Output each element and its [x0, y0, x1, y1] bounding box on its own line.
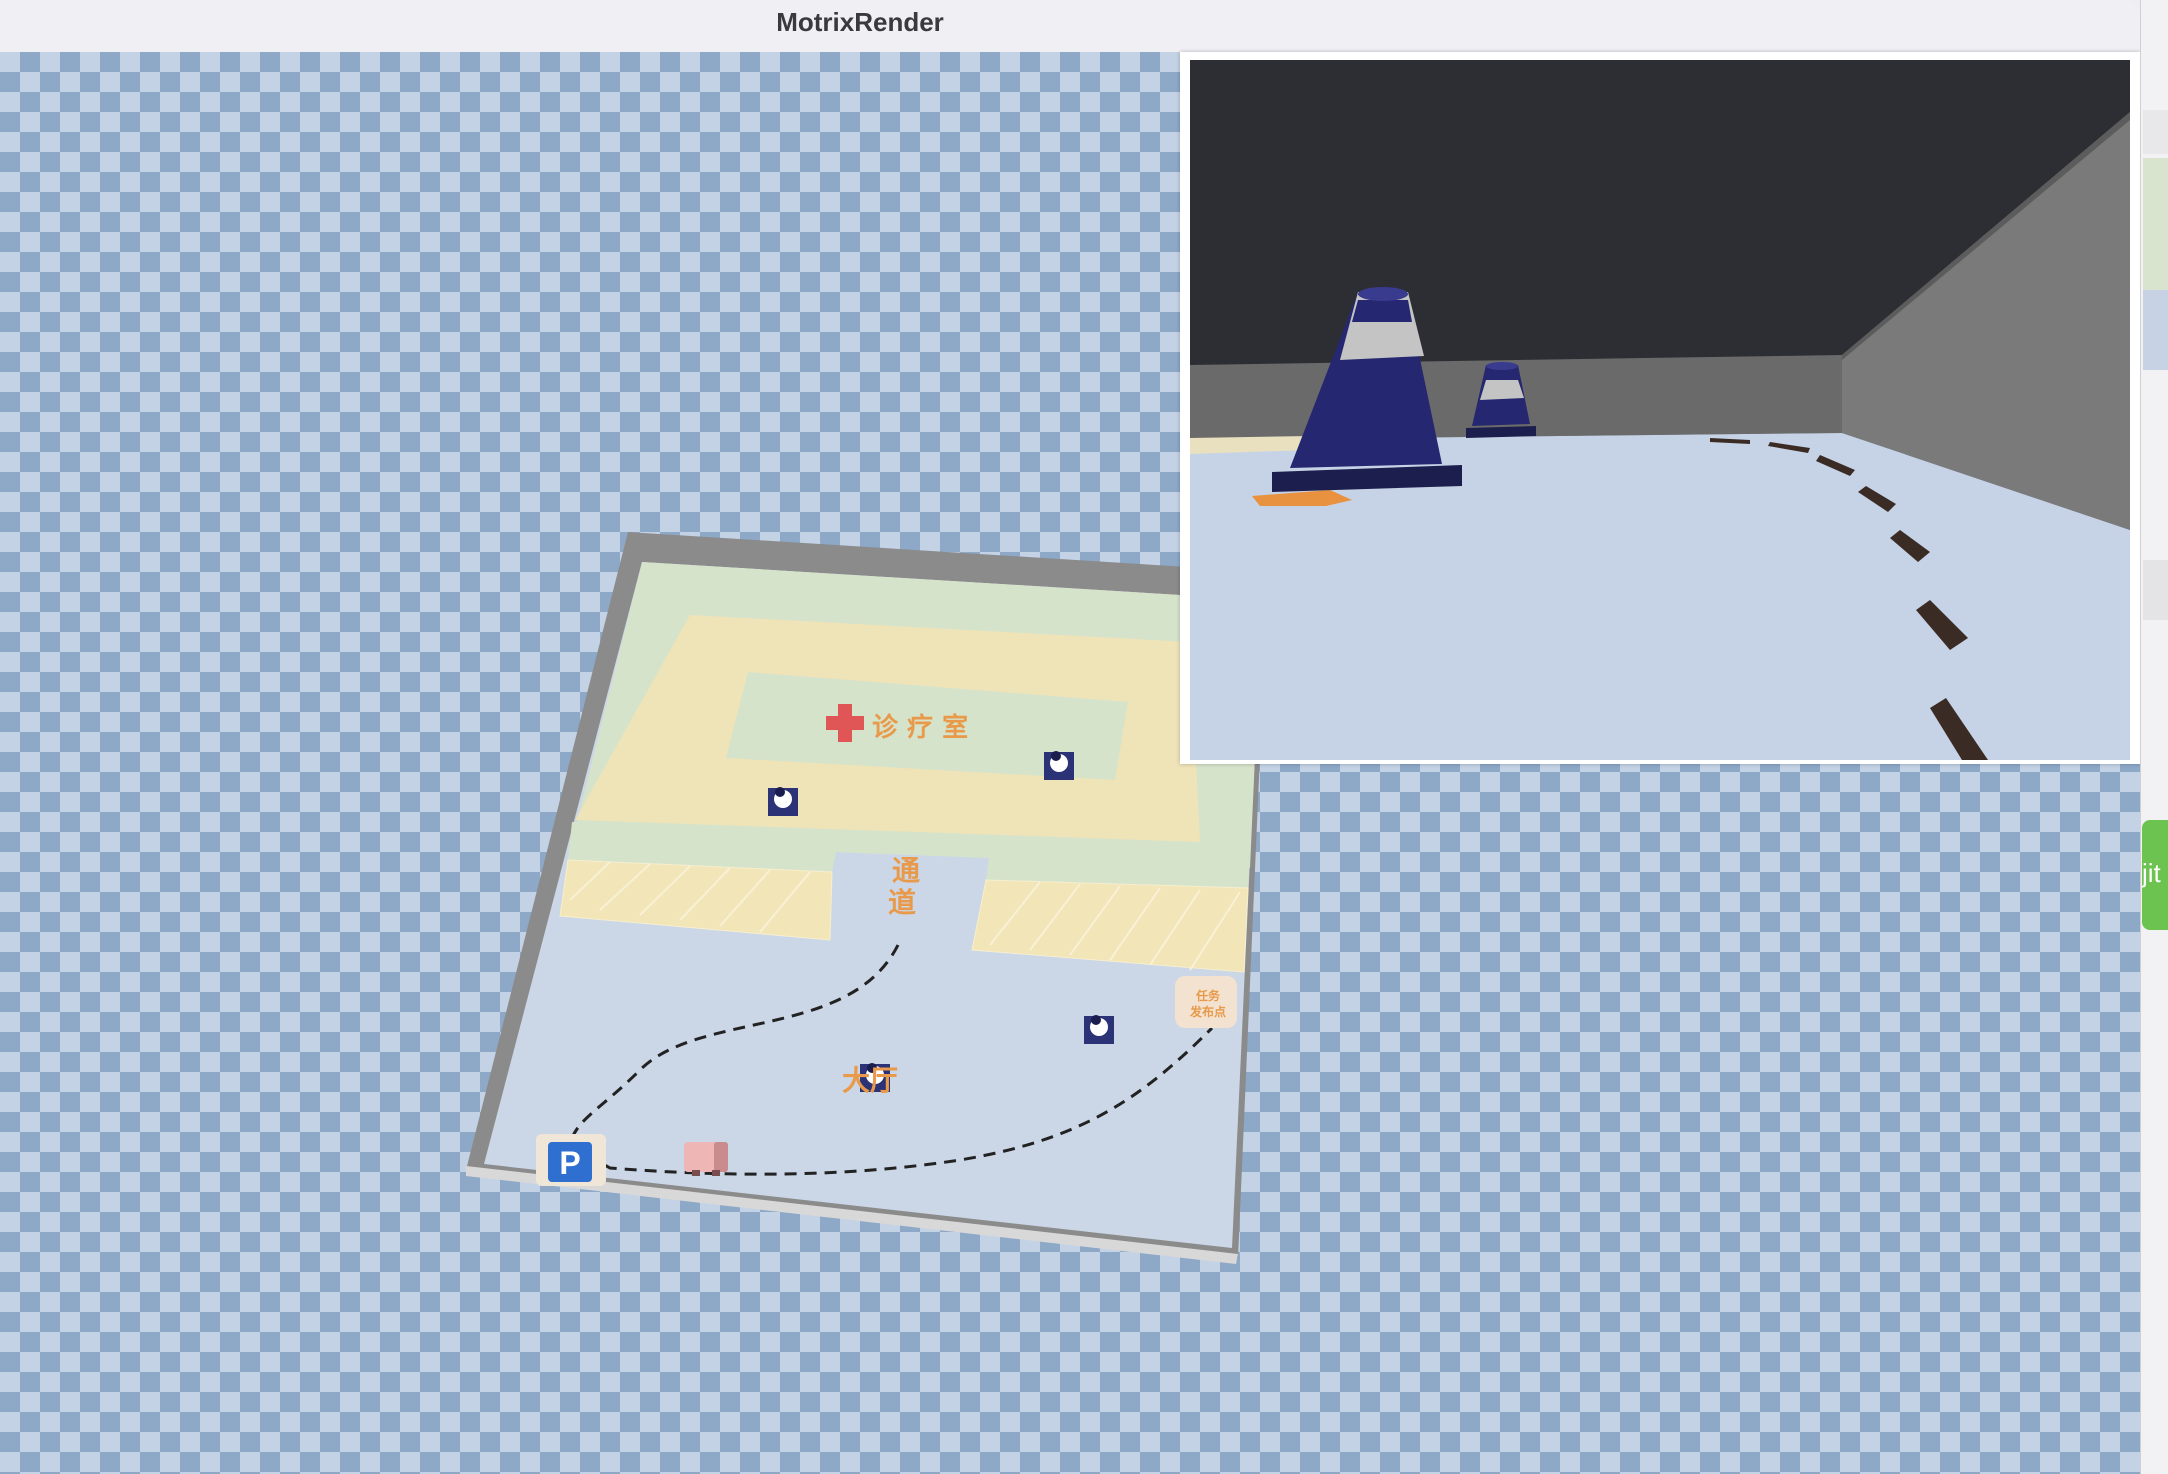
traffic-cone-icon: [1084, 1015, 1114, 1044]
commit-label: jit: [2142, 858, 2161, 888]
side-preview-panel[interactable]: [2143, 110, 2168, 154]
side-preview-block[interactable]: [2143, 560, 2168, 620]
corridor-label-bottom: 道: [888, 886, 916, 919]
side-preview-thumb-2[interactable]: [2143, 290, 2168, 370]
parking-sign-icon: P: [548, 1142, 592, 1182]
corridor-label-top: 通: [892, 854, 920, 887]
robot-car-icon: [684, 1142, 728, 1176]
task-point-label-line2: 发布点: [1189, 1004, 1226, 1019]
camera-view: [1190, 60, 2130, 760]
traffic-cone-icon: [768, 787, 798, 816]
camera-view-panel[interactable]: [1180, 52, 2140, 764]
traffic-cone-icon: [1044, 751, 1074, 780]
commit-button[interactable]: jit: [2142, 820, 2168, 930]
window-title: MotrixRender: [776, 7, 944, 37]
parking-glyph: P: [559, 1145, 580, 1181]
task-point-label-line1: 任务: [1195, 988, 1221, 1003]
hall-label: 大厅: [842, 1064, 898, 1097]
window-titlebar[interactable]: MotrixRender: [0, 0, 2140, 53]
clinic-label: 诊 疗 室: [872, 712, 968, 743]
side-panel-strip: [2140, 0, 2168, 1474]
